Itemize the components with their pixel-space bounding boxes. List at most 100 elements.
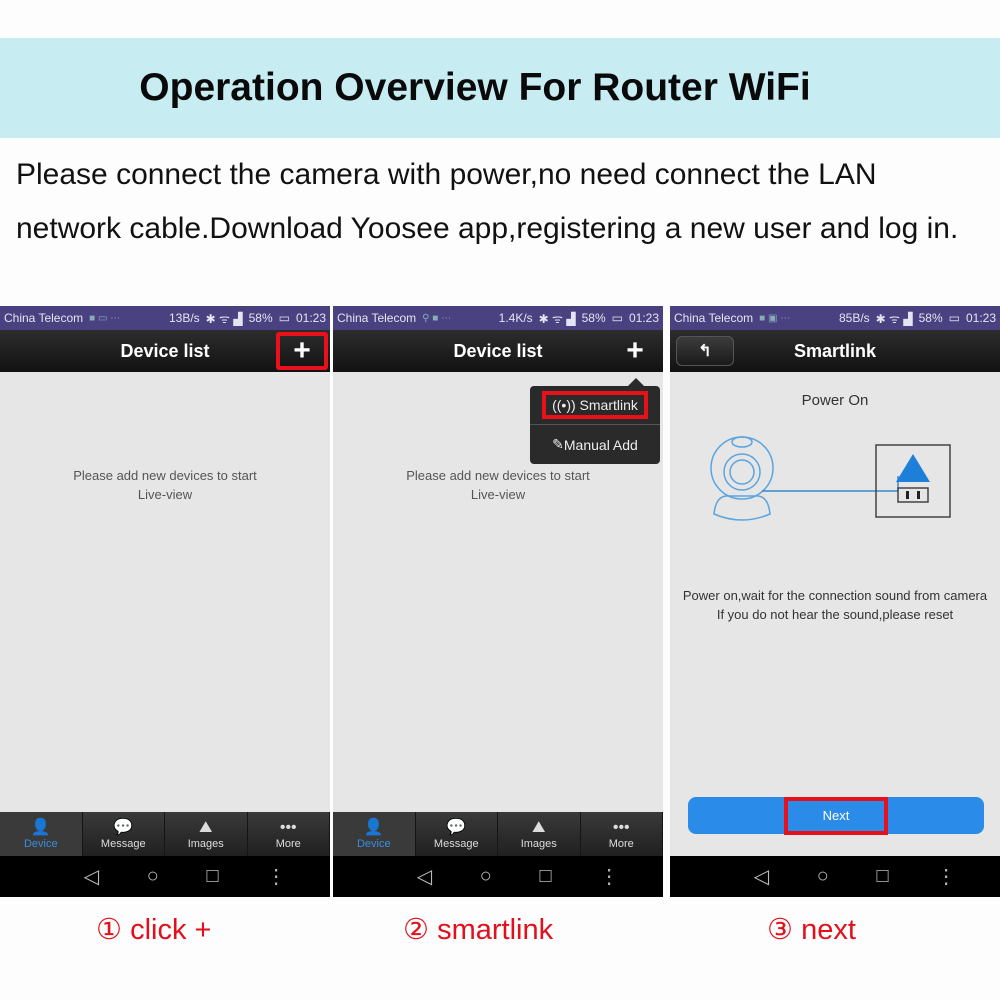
tab-label: Images <box>187 838 224 850</box>
page-title: Operation Overview For Router WiFi <box>139 66 811 109</box>
status-bar: China Telecom ⚲ ■ ⋯ 1.4K/s ✱ ᯤ ▟ 58% ▭ 0… <box>333 306 663 330</box>
carrier-label: China Telecom <box>337 311 417 325</box>
back-nav-icon[interactable]: ◁ <box>417 864 432 889</box>
camera-icon <box>710 436 774 521</box>
step-label: next <box>801 914 856 946</box>
system-nav-bar: ◁ ○ □ ⋮ <box>670 856 1000 897</box>
highlight-box: Next <box>784 796 888 835</box>
signal-icons: ✱ ᯤ ▟ <box>205 311 243 326</box>
screen-title: Device list <box>453 340 543 361</box>
carrier-label: China Telecom <box>4 311 84 325</box>
home-nav-icon[interactable]: ○ <box>817 865 829 888</box>
carrier-label: China Telecom <box>674 311 754 325</box>
screen-title: Smartlink <box>793 340 877 361</box>
step-number: ③ <box>767 914 793 946</box>
recents-nav-icon[interactable]: □ <box>539 865 551 888</box>
add-device-button[interactable]: + <box>615 334 655 368</box>
tab-device[interactable]: 👤 Device <box>333 812 416 856</box>
chat-icon: 💬 <box>446 819 467 836</box>
screen-title: Device list <box>120 340 210 361</box>
person-icon: 👤 <box>30 819 51 836</box>
tab-label: Message <box>433 838 479 850</box>
back-arrow-icon: ↰ <box>698 343 712 360</box>
network-speed: 85B/s <box>838 311 870 325</box>
step-caption-2: ② smartlink <box>403 912 553 947</box>
signal-icons: ✱ ᯤ ▟ <box>875 311 913 326</box>
menu-item-manual-add[interactable]: ✎ Manual Add <box>530 425 660 464</box>
tab-label: Message <box>100 838 146 850</box>
pencil-icon: ✎ <box>552 436 564 452</box>
empty-message-line: Please add new devices to start <box>73 468 257 483</box>
camera-power-illustration <box>710 436 951 521</box>
instruction-line: If you do not hear the sound,please rese… <box>716 607 954 622</box>
wireless-signal-icon: ((•)) <box>552 397 576 413</box>
instruction-line: Power on,wait for the connection sound f… <box>682 588 988 603</box>
battery-level: 58% <box>581 311 606 325</box>
empty-message: Please add new devices to start Live-vie… <box>333 466 663 504</box>
tab-label: More <box>608 838 634 850</box>
tab-images[interactable]: ⛰ Images <box>498 812 581 856</box>
menu-item-smartlink[interactable]: ((•)) Smartlink <box>530 386 660 425</box>
header-banner: Operation Overview For Router WiFi <box>0 38 1000 138</box>
step-number: ② <box>403 914 429 946</box>
more-icon: ••• <box>279 819 297 836</box>
recents-nav-icon[interactable]: □ <box>876 865 888 888</box>
menu-nav-icon[interactable]: ⋮ <box>266 864 286 889</box>
tab-more[interactable]: ••• More <box>248 812 330 856</box>
chat-icon: 💬 <box>113 819 134 836</box>
menu-nav-icon[interactable]: ⋮ <box>599 864 619 889</box>
notification-icons: ⚲ ■ ⋯ <box>422 312 452 324</box>
phone-screen-smartlink: China Telecom ■ ▣ ⋯ 85B/s ✱ ᯤ ▟ 58% ▭ 01… <box>670 306 1000 897</box>
home-nav-icon[interactable]: ○ <box>147 865 159 888</box>
menu-nav-icon[interactable]: ⋮ <box>936 864 956 889</box>
instruction-text: Power on,wait for the connection sound f… <box>670 586 1000 624</box>
back-nav-icon[interactable]: ◁ <box>754 864 769 889</box>
tab-images[interactable]: ⛰ Images <box>165 812 248 856</box>
home-nav-icon[interactable]: ○ <box>480 865 492 888</box>
more-icon: ••• <box>612 819 630 836</box>
recents-nav-icon[interactable]: □ <box>206 865 218 888</box>
signal-icons: ✱ ᯤ ▟ <box>538 311 576 326</box>
clock: 01:23 <box>965 311 996 325</box>
image-icon: ⛰ <box>199 819 213 836</box>
menu-item-label: Manual Add <box>563 436 638 453</box>
tab-more[interactable]: ••• More <box>581 812 663 856</box>
battery-level: 58% <box>918 311 943 325</box>
status-bar: China Telecom ■ ▭ ⋯ 13B/s ✱ ᯤ ▟ 58% ▭ 01… <box>0 306 330 330</box>
battery-icon: ▭ <box>278 311 290 325</box>
empty-message: Please add new devices to start Live-vie… <box>0 466 330 504</box>
notification-icons: ■ ▭ ⋯ <box>89 312 121 324</box>
tab-bar: 👤 Device 💬 Message ⛰ Images ••• More <box>333 812 663 856</box>
next-button[interactable]: Next <box>688 796 984 835</box>
tab-label: Device <box>23 838 58 850</box>
back-button[interactable]: ↰ <box>676 336 734 366</box>
title-bar: Device list + <box>0 330 330 372</box>
add-device-button[interactable]: + <box>276 332 328 370</box>
tab-label: Images <box>520 838 557 850</box>
empty-message-line: Live-view <box>137 487 193 502</box>
tab-message[interactable]: 💬 Message <box>83 812 165 856</box>
battery-level: 58% <box>248 311 273 325</box>
battery-icon: ▭ <box>948 311 960 325</box>
clock: 01:23 <box>295 311 326 325</box>
intro-text: Please connect the camera with power,no … <box>16 158 959 245</box>
battery-icon: ▭ <box>611 311 623 325</box>
step-caption-1: ① click + <box>96 912 211 947</box>
title-bar: Device list + <box>333 330 663 372</box>
system-nav-bar: ◁ ○ □ ⋮ <box>0 856 330 897</box>
power-on-title: Power On <box>801 392 869 409</box>
system-nav-bar: ◁ ○ □ ⋮ <box>333 856 663 897</box>
power-outlet-icon <box>875 444 951 518</box>
menu-item-label: Smartlink <box>579 397 638 413</box>
tab-label: Device <box>356 838 391 850</box>
empty-message-line: Please add new devices to start <box>406 468 590 483</box>
tab-message[interactable]: 💬 Message <box>416 812 498 856</box>
notification-icons: ■ ▣ ⋯ <box>759 312 791 324</box>
step-label: smartlink <box>437 914 554 946</box>
tab-device[interactable]: 👤 Device <box>0 812 83 856</box>
network-speed: 1.4K/s <box>498 311 533 325</box>
empty-message-line: Live-view <box>470 487 526 502</box>
network-speed: 13B/s <box>168 311 200 325</box>
tab-bar: 👤 Device 💬 Message ⛰ Images ••• More <box>0 812 330 856</box>
back-nav-icon[interactable]: ◁ <box>84 864 99 889</box>
